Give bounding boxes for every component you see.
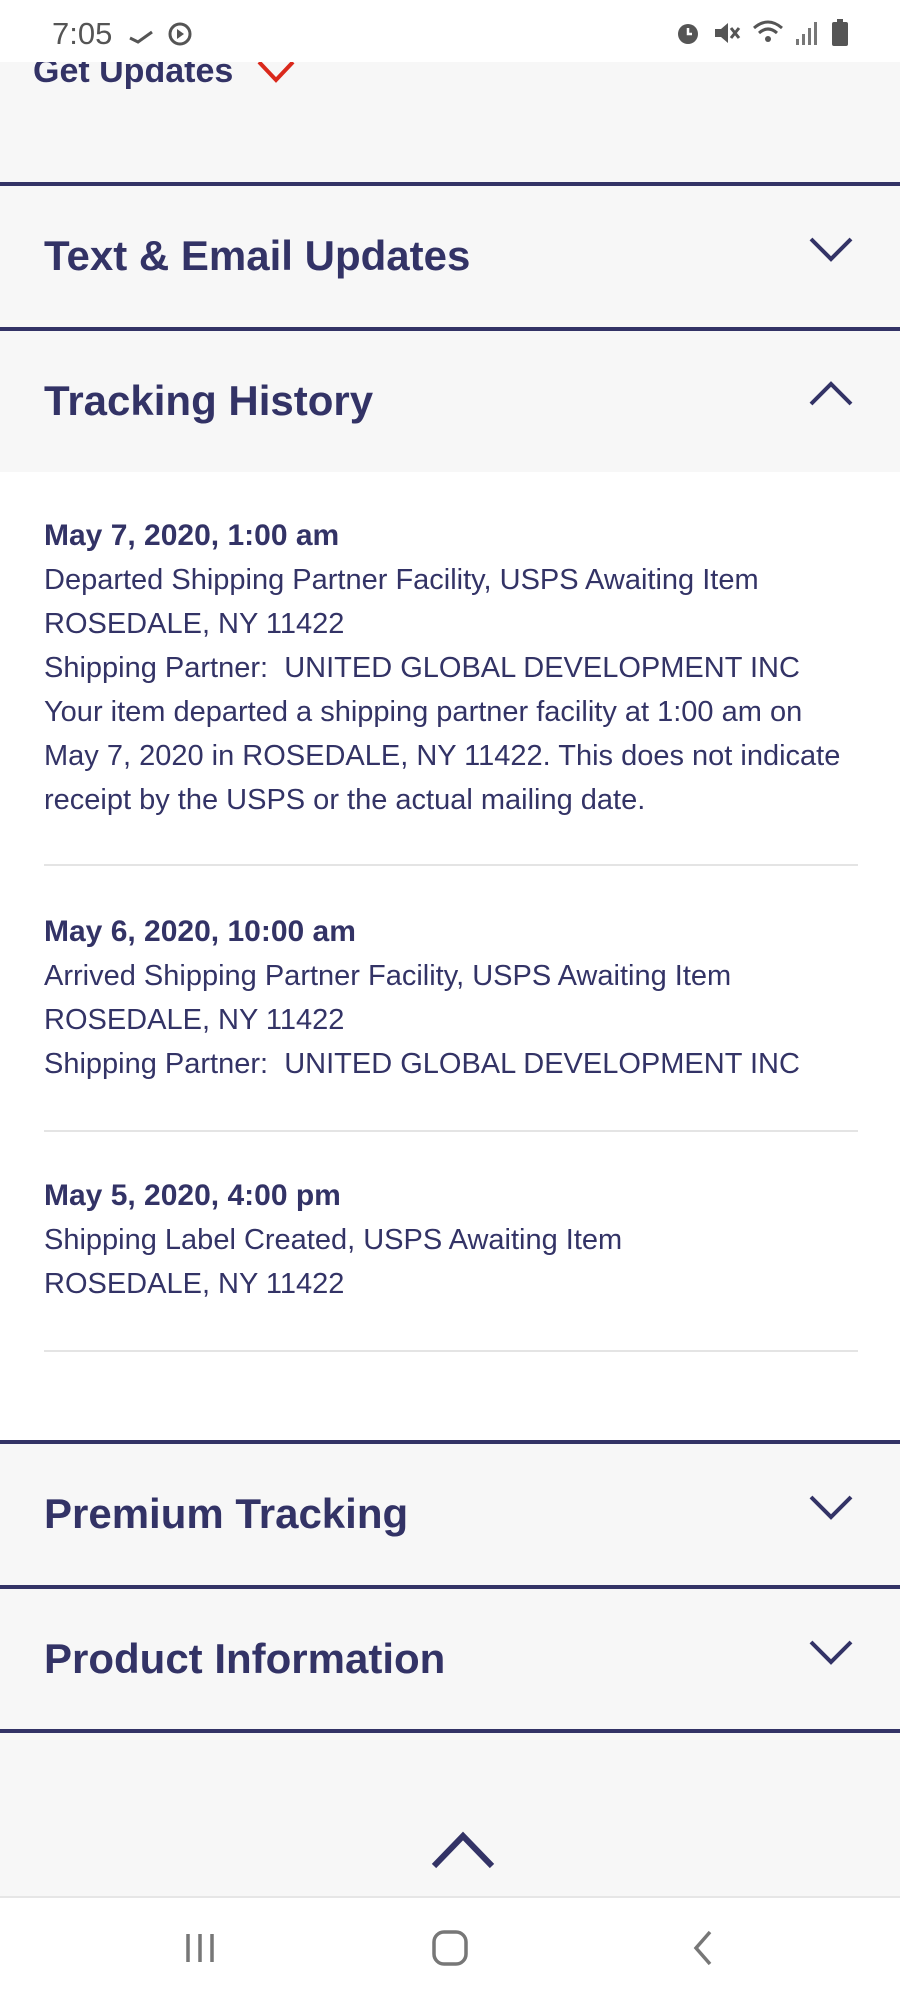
tracking-history-list: May 7, 2020, 1:00 am Departed Shipping P…: [0, 472, 900, 1442]
missed-call-icon: [129, 30, 153, 44]
tracking-event: May 6, 2020, 10:00 am Arrived Shipping P…: [44, 910, 858, 1086]
alarm-icon: [678, 24, 698, 44]
mute-icon: [715, 23, 741, 43]
status-bar: 7:05: [0, 0, 900, 62]
back-icon[interactable]: [684, 1928, 724, 1968]
event-status: Departed Shipping Partner Facility, USPS…: [44, 564, 759, 596]
tracking-event: May 7, 2020, 1:00 am Departed Shipping P…: [44, 514, 858, 822]
event-location: ROSEDALE, NY 11422: [44, 1268, 345, 1300]
partner-name: UNITED GLOBAL DEVELOPMENT INC: [284, 652, 800, 684]
status-time: 7:05: [52, 16, 113, 51]
get-updates-section: Get Updates: [0, 48, 900, 184]
event-status: Arrived Shipping Partner Facility, USPS …: [44, 960, 732, 992]
section-title: Product Information: [44, 1635, 446, 1682]
event-location: ROSEDALE, NY 11422: [44, 1004, 345, 1036]
event-location: ROSEDALE, NY 11422: [44, 608, 345, 640]
partner-label: Shipping Partner:: [44, 652, 269, 684]
wifi-icon: [753, 20, 783, 42]
event-date: May 7, 2020, 1:00 am: [44, 519, 340, 552]
event-partner: Shipping Partner: UNITED GLOBAL DEVELOPM…: [44, 646, 858, 690]
text-email-updates-header[interactable]: Text & Email Updates: [0, 186, 900, 326]
partner-name: UNITED GLOBAL DEVELOPMENT INC: [284, 1048, 800, 1080]
section-title: Text & Email Updates: [44, 232, 471, 279]
recents-icon[interactable]: [180, 1928, 220, 1968]
signal-icon: [796, 22, 817, 45]
system-navigation-bar: [0, 1896, 900, 2000]
chevron-down-icon[interactable]: [808, 234, 854, 264]
sync-icon: [168, 22, 192, 46]
event-divider: [44, 1130, 858, 1132]
section-title: Tracking History: [44, 377, 374, 424]
tracking-event: May 5, 2020, 4:00 pm Shipping Label Crea…: [44, 1174, 858, 1306]
event-description: Your item departed a shipping partner fa…: [44, 696, 841, 816]
home-icon[interactable]: [430, 1928, 470, 1968]
scroll-to-top-icon[interactable]: [430, 1830, 496, 1870]
event-date: May 6, 2020, 10:00 am: [44, 915, 356, 948]
partner-label: Shipping Partner:: [44, 1048, 269, 1080]
premium-tracking-header[interactable]: Premium Tracking: [0, 1444, 900, 1584]
event-divider: [44, 864, 858, 866]
event-status: Shipping Label Created, USPS Awaiting It…: [44, 1224, 623, 1256]
event-partner: Shipping Partner: UNITED GLOBAL DEVELOPM…: [44, 1042, 858, 1086]
chevron-up-icon[interactable]: [808, 379, 854, 409]
chevron-down-icon[interactable]: [808, 1637, 854, 1667]
tracking-history-header[interactable]: Tracking History: [0, 331, 900, 471]
event-divider: [44, 1350, 858, 1352]
section-divider: [0, 1729, 900, 1733]
event-date: May 5, 2020, 4:00 pm: [44, 1179, 341, 1212]
product-information-header[interactable]: Product Information: [0, 1589, 900, 1729]
section-title: Premium Tracking: [44, 1490, 409, 1537]
chevron-down-icon[interactable]: [808, 1492, 854, 1522]
battery-icon: [832, 19, 848, 46]
